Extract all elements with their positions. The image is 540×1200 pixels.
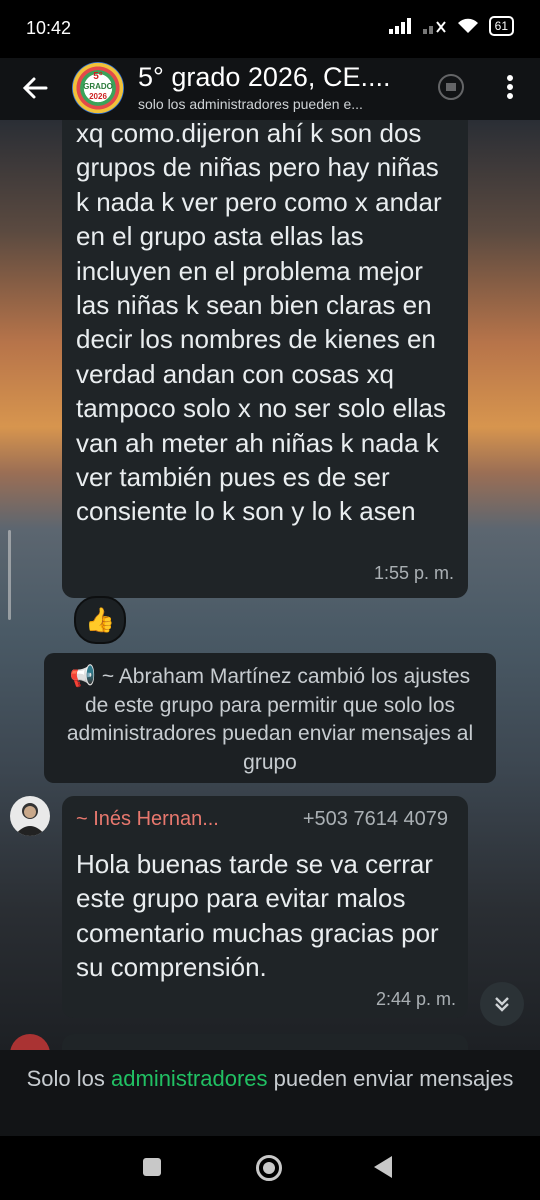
message-bubble[interactable]: xq como.dijeron ahí k son dos grupos de … [62,120,468,598]
status-bar: 10:42 61 [0,0,540,58]
status-time: 10:42 [26,18,72,38]
signal-icon [388,18,411,34]
message-bubble[interactable]: ~ Inés Hernan... +503 7614 4079 Hola bue… [62,796,468,1018]
sender-avatar[interactable] [10,1034,50,1050]
double-chevron-down-icon [495,997,509,1012]
admin-only-notice: Solo los administradores pueden enviar m… [0,1050,540,1136]
group-avatar[interactable]: 5° GRADO 2026 [72,62,124,114]
sender-phone: +503 7614 4079 [302,808,448,830]
chat-header: 5° GRADO 2026 5° grado 2026, CE.... solo… [0,58,540,120]
group-subtitle[interactable]: solo los administradores pueden e... [138,96,423,112]
no-signal-icon [422,21,446,34]
call-icon[interactable] [436,72,466,102]
group-title[interactable]: 5° grado 2026, CE.... [138,62,428,93]
thumbs-up-reaction-icon[interactable]: 👍 [74,596,126,644]
system-message-text: ~ Abraham Martínez cambió los ajustes de… [66,665,474,774]
back-arrow-icon[interactable] [18,70,54,106]
notice-prefix: Solo los [26,1066,112,1091]
person-icon [14,803,46,836]
sender-avatar[interactable] [10,796,50,836]
megaphone-icon: 📢 [69,665,102,688]
message-bubble[interactable] [62,1034,468,1050]
system-nav-bar [0,1136,540,1200]
notice-suffix: pueden enviar mensajes [267,1066,514,1091]
scrollbar[interactable] [8,530,11,620]
recents-icon[interactable] [143,1158,161,1176]
message-text: Hola buenas tarde se va cerrar este grup… [76,849,439,983]
message-time: 1:55 p. m. [373,562,454,583]
wifi-icon [457,18,478,33]
message-time: 2:44 p. m. [375,989,456,1009]
nav-back-icon[interactable] [374,1156,392,1178]
system-message: 📢 ~ Abraham Martínez cambió los ajustes … [44,653,496,783]
administrators-link[interactable]: administradores [111,1066,268,1091]
message-text: xq como.dijeron ahí k son dos grupos de … [76,120,446,527]
scroll-down-button[interactable] [480,982,524,1026]
more-options-icon[interactable] [500,72,520,102]
home-icon[interactable] [256,1155,282,1181]
chat-area[interactable]: xq como.dijeron ahí k son dos grupos de … [0,120,540,1050]
status-icons: 61 [388,16,514,36]
battery-icon: 61 [488,16,514,36]
